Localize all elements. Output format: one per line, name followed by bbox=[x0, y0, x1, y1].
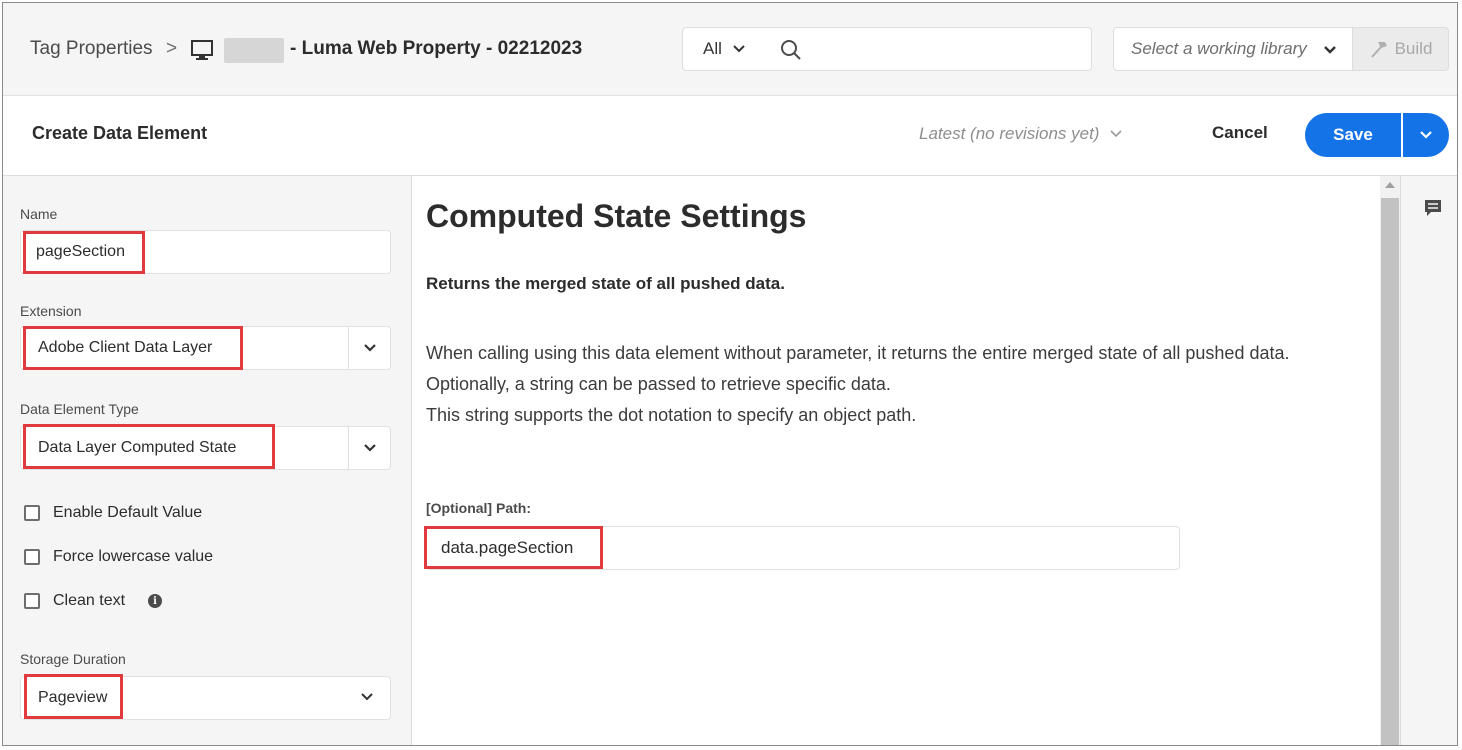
search-scope-label: All bbox=[703, 39, 722, 58]
settings-title: Computed State Settings bbox=[426, 198, 807, 234]
settings-description: When calling using this data element wit… bbox=[426, 338, 1366, 431]
desktop-icon bbox=[191, 40, 213, 60]
description-line: When calling using this data element wit… bbox=[426, 343, 1290, 363]
settings-subtitle: Returns the merged state of all pushed d… bbox=[426, 274, 785, 293]
checkbox-box[interactable] bbox=[24, 505, 40, 521]
revisions-dropdown[interactable]: Latest (no revisions yet) bbox=[919, 124, 1123, 144]
search-scope-dropdown[interactable]: All bbox=[682, 27, 767, 71]
name-highlight bbox=[23, 231, 145, 274]
save-options-button[interactable] bbox=[1403, 113, 1449, 157]
working-library-select[interactable]: Select a working library bbox=[1113, 27, 1353, 71]
build-button[interactable]: Build bbox=[1353, 27, 1449, 71]
breadcrumb-separator: > bbox=[166, 38, 178, 59]
chevron-down-icon bbox=[1110, 130, 1123, 138]
chevron-down-icon bbox=[363, 344, 376, 352]
storage-duration-highlight bbox=[24, 674, 123, 719]
breadcrumb-tag-properties[interactable]: Tag Properties bbox=[30, 38, 153, 60]
path-label: [Optional] Path: bbox=[426, 500, 531, 516]
comment-icon[interactable] bbox=[1423, 198, 1443, 218]
chevron-down-icon bbox=[1324, 46, 1336, 54]
chevron-down-icon bbox=[733, 45, 745, 53]
top-bar: Tag Properties > - Luma Web Property - 0… bbox=[3, 3, 1457, 96]
force-lowercase-checkbox[interactable]: Force lowercase value bbox=[24, 548, 213, 566]
description-line: This string supports the dot notation to… bbox=[426, 405, 917, 425]
page-title: Create Data Element bbox=[32, 123, 208, 143]
data-element-form: Name pageSection Extension Adobe Client … bbox=[3, 176, 412, 745]
path-highlight bbox=[424, 526, 603, 569]
checkbox-label: Clean text bbox=[53, 592, 126, 609]
cancel-button[interactable]: Cancel bbox=[1212, 123, 1268, 143]
extension-label: Extension bbox=[20, 303, 82, 319]
scrollbar-thumb[interactable] bbox=[1381, 198, 1399, 745]
hammer-icon bbox=[1370, 42, 1387, 58]
extension-highlight bbox=[23, 326, 243, 370]
search-input[interactable] bbox=[812, 36, 1080, 64]
type-dropdown-button[interactable] bbox=[348, 427, 390, 469]
search-field bbox=[766, 27, 1092, 71]
redacted-company-name bbox=[224, 38, 284, 63]
revisions-label: Latest (no revisions yet) bbox=[919, 124, 1100, 143]
page-header: Create Data Element Latest (no revisions… bbox=[3, 96, 1457, 176]
name-label: Name bbox=[20, 206, 58, 222]
working-library-placeholder: Select a working library bbox=[1131, 39, 1307, 58]
chevron-down-icon bbox=[1420, 131, 1432, 139]
chevron-down-icon bbox=[361, 693, 373, 701]
breadcrumb-property-name[interactable]: - Luma Web Property - 02212023 bbox=[290, 38, 582, 60]
extension-settings-panel: Computed State Settings Returns the merg… bbox=[413, 176, 1380, 745]
enable-default-value-checkbox[interactable]: Enable Default Value bbox=[24, 504, 202, 522]
extension-dropdown-button[interactable] bbox=[348, 327, 390, 369]
save-button[interactable]: Save bbox=[1305, 113, 1401, 157]
app-window: Tag Properties > - Luma Web Property - 0… bbox=[2, 2, 1458, 746]
scroll-up-arrow-icon[interactable] bbox=[1385, 182, 1395, 188]
search-icon bbox=[781, 40, 801, 60]
storage-duration-label: Storage Duration bbox=[20, 651, 126, 667]
build-label: Build bbox=[1394, 39, 1433, 58]
checkbox-label: Force lowercase value bbox=[53, 548, 214, 565]
scrollbar[interactable] bbox=[1380, 176, 1400, 745]
checkbox-label: Enable Default Value bbox=[53, 504, 203, 521]
checkbox-box[interactable] bbox=[24, 549, 40, 565]
right-rail bbox=[1400, 176, 1457, 745]
description-line: Optionally, a string can be passed to re… bbox=[426, 374, 891, 394]
type-highlight bbox=[23, 424, 275, 469]
chevron-down-icon bbox=[363, 444, 376, 452]
type-label: Data Element Type bbox=[20, 401, 139, 417]
clean-text-checkbox[interactable]: Clean text i bbox=[24, 592, 163, 610]
checkbox-box[interactable] bbox=[24, 593, 40, 609]
info-icon[interactable]: i bbox=[148, 594, 163, 608]
